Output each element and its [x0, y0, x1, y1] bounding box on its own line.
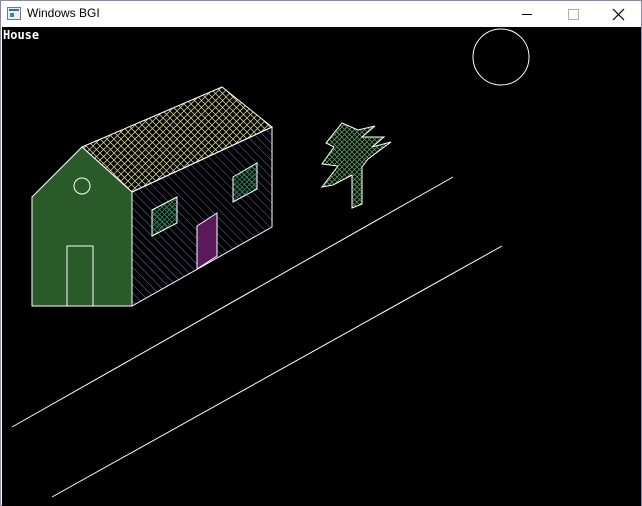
- maximize-button[interactable]: [550, 1, 596, 27]
- sun-circle: [472, 28, 530, 86]
- front-round-window: [73, 177, 91, 195]
- app-window: Windows BGI House: [0, 0, 642, 506]
- tree: [320, 122, 392, 209]
- minimize-button[interactable]: [504, 1, 550, 27]
- title-bar[interactable]: Windows BGI: [1, 1, 641, 27]
- close-icon: [612, 8, 625, 21]
- front-door: [66, 245, 94, 307]
- bgi-canvas: House: [2, 27, 641, 506]
- minimize-icon: [522, 14, 532, 15]
- window-title: Windows BGI: [27, 6, 100, 20]
- scene-label: House: [3, 28, 40, 42]
- maximize-icon: [568, 9, 579, 20]
- house-scene: [11, 28, 530, 498]
- app-icon: [7, 7, 21, 20]
- close-button[interactable]: [596, 1, 642, 27]
